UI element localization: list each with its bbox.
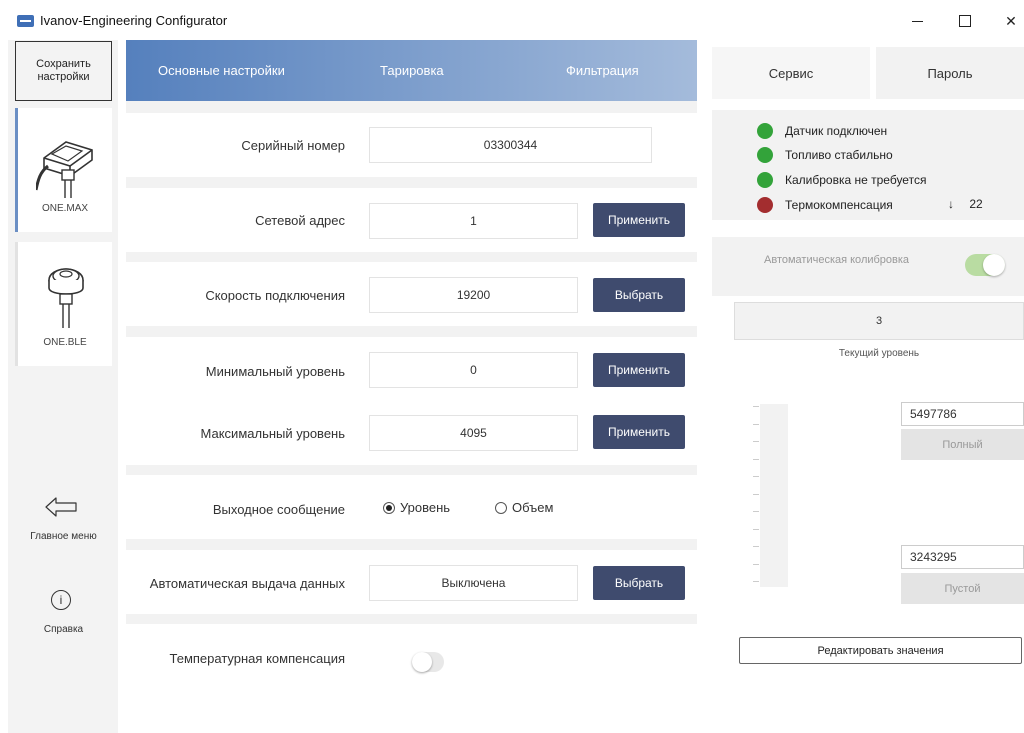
radio-volume-label: Объем: [512, 500, 554, 515]
device-one-max[interactable]: ONE.MAX: [15, 108, 112, 232]
speed-input[interactable]: 19200: [369, 277, 578, 313]
tab-filter[interactable]: Фильтрация: [566, 63, 639, 78]
tab-tare[interactable]: Тарировка: [380, 63, 444, 78]
scale-tick: [753, 406, 759, 407]
temp-comp-label: Температурная компенсация: [169, 651, 346, 666]
device-label: ONE.MAX: [41, 203, 89, 214]
radio-level-indicator: [383, 501, 395, 514]
status-label: Термокомпенсация: [785, 198, 893, 212]
device-one-ble[interactable]: ONE.BLE: [15, 242, 112, 366]
status-label: Калибровка не требуется: [785, 173, 927, 187]
minimize-button[interactable]: [902, 8, 932, 34]
level-limits-row: Минимальный уровень 0 Применить Максимал…: [126, 337, 697, 465]
status-thermocompensation: Термокомпенсация: [757, 197, 893, 213]
scale-tick: [753, 563, 759, 565]
temperature-arrow-icon: ↓: [948, 197, 954, 211]
address-label: Сетевой адрес: [255, 213, 345, 228]
tab-main-settings[interactable]: Основные настройки: [158, 63, 285, 78]
info-icon[interactable]: i: [51, 590, 71, 610]
scale-tick: [753, 581, 759, 582]
radio-level[interactable]: Уровень: [383, 500, 450, 515]
main-menu-link[interactable]: Главное меню: [15, 531, 112, 542]
temperature-value: 22: [969, 197, 983, 211]
status-fuel-stable: Топливо стабильно: [757, 147, 893, 163]
radio-level-label: Уровень: [400, 500, 451, 515]
status-sensor-connected: Датчик подключен: [757, 123, 887, 139]
radio-volume-indicator: [495, 501, 507, 514]
title-bar: Ivanov-Engineering Configurator ✕: [0, 0, 1024, 42]
full-value-input[interactable]: 5497786: [901, 402, 1024, 426]
app-logo-icon: [17, 15, 34, 27]
status-error-indicator: [757, 197, 773, 213]
status-ok-indicator: [757, 147, 773, 163]
apply-max-level-button[interactable]: Применить: [593, 415, 685, 449]
device-label: ONE.BLE: [43, 337, 87, 348]
scale-tick: [753, 528, 759, 530]
save-settings-button[interactable]: Сохранить настройки: [15, 41, 112, 101]
temp-comp-row: Температурная компенсация: [126, 624, 697, 733]
auto-data-row: Автоматическая выдача данных Выключена В…: [126, 550, 697, 614]
scale-tick: [753, 546, 759, 547]
apply-address-button[interactable]: Применить: [593, 203, 685, 237]
scale-tick: [753, 423, 759, 425]
close-button[interactable]: ✕: [996, 8, 1024, 34]
min-level-label: Минимальный уровень: [205, 364, 345, 379]
select-auto-data-button[interactable]: Выбрать: [593, 566, 685, 600]
status-label: Топливо стабильно: [785, 148, 893, 162]
serial-field: 03300344: [369, 127, 652, 163]
scale-tick: [753, 511, 759, 512]
radio-volume[interactable]: Объем: [495, 500, 553, 515]
status-ok-indicator: [757, 172, 773, 188]
auto-calibration-toggle[interactable]: [965, 254, 1005, 276]
serial-row: Серийный номер 03300344: [126, 113, 697, 177]
maximize-button[interactable]: [950, 8, 980, 34]
full-button[interactable]: Полный: [901, 429, 1024, 460]
tab-password[interactable]: Пароль: [876, 47, 1024, 99]
status-ok-indicator: [757, 123, 773, 139]
status-label: Датчик подключен: [785, 124, 888, 138]
empty-button[interactable]: Пустой: [901, 573, 1024, 604]
scale-tick: [753, 458, 759, 460]
select-speed-button[interactable]: Выбрать: [593, 278, 685, 312]
status-calibration: Калибровка не требуется: [757, 172, 926, 188]
current-level-caption: Текущий уровень: [838, 348, 920, 359]
temp-comp-toggle[interactable]: [412, 652, 444, 672]
output-label: Выходное сообщение: [212, 502, 345, 517]
auto-calibration-label: Автоматическая колибровка: [764, 254, 910, 266]
scale-tick: [753, 476, 759, 477]
speed-row: Скорость подключения 19200 Выбрать: [126, 262, 697, 326]
settings-tabs: Основные настройки Тарировка Фильтрация: [126, 40, 697, 101]
scale-tick: [753, 493, 759, 495]
speed-label: Скорость подключения: [205, 288, 345, 303]
level-scale-bar: [760, 404, 788, 587]
auto-data-label: Автоматическая выдача данных: [149, 576, 345, 591]
serial-label: Серийный номер: [241, 138, 345, 153]
output-row: Выходное сообщение Уровень Объем: [126, 475, 697, 539]
back-arrow-icon[interactable]: [44, 495, 78, 519]
max-level-label: Максимальный уровень: [200, 426, 345, 441]
temperature-readout: ↓ 22: [948, 197, 983, 211]
current-level-field: 3: [734, 302, 1024, 340]
tab-service[interactable]: Сервис: [712, 47, 870, 99]
sensor-one-ble-icon: [48, 268, 84, 328]
auto-data-input[interactable]: Выключена: [369, 565, 578, 601]
window-title: Ivanov-Engineering Configurator: [40, 13, 228, 28]
address-row: Сетевой адрес 1 Применить: [126, 188, 697, 252]
min-level-input[interactable]: 0: [369, 352, 578, 388]
max-level-input[interactable]: 4095: [369, 415, 578, 451]
empty-value-input[interactable]: 3243295: [901, 545, 1024, 569]
apply-min-level-button[interactable]: Применить: [593, 353, 685, 387]
scale-tick: [753, 441, 759, 442]
edit-values-button[interactable]: Редактировать значения: [739, 637, 1022, 664]
help-link[interactable]: Справка: [15, 624, 112, 635]
sensor-one-max-icon: [36, 141, 93, 198]
address-input[interactable]: 1: [369, 203, 578, 239]
